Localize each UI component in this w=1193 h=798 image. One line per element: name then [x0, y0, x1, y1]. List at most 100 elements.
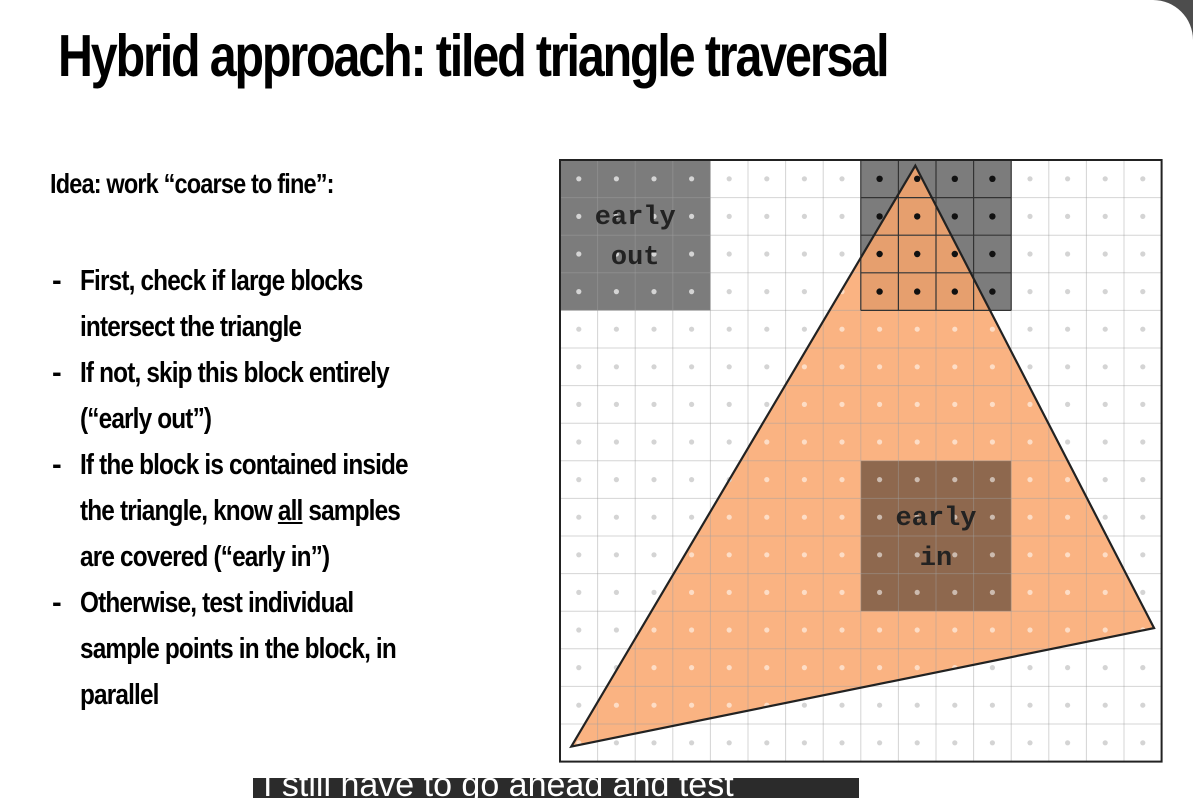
- sample-dot: [764, 665, 770, 671]
- bullet-dash: -: [52, 587, 62, 619]
- sample-dot: [1027, 176, 1033, 182]
- sample-dot: [689, 627, 695, 633]
- sample-dot: [989, 250, 996, 258]
- sample-dot: [1027, 552, 1033, 558]
- sample-dot: [651, 514, 657, 520]
- sample-dot: [1102, 740, 1108, 746]
- sample-dot: [876, 213, 883, 220]
- sample-dot: [576, 702, 582, 708]
- sample-dot: [764, 477, 770, 483]
- sample-dot: [613, 740, 619, 746]
- sample-dot: [839, 439, 845, 445]
- sample-dot: [914, 401, 920, 407]
- sample-dot: [1140, 552, 1146, 558]
- sample-dot: [1102, 552, 1108, 558]
- sample-dot: [576, 514, 582, 520]
- sample-dot: [689, 289, 695, 295]
- sample-dot: [989, 627, 995, 633]
- sample-dot: [801, 552, 807, 558]
- sample-dot: [952, 589, 958, 595]
- bullet-line: (“early out”): [80, 403, 212, 435]
- sample-dot: [613, 289, 619, 295]
- sample-dot: [877, 401, 883, 407]
- sample-dot: [1102, 401, 1108, 407]
- sample-dot: [576, 552, 582, 558]
- sample-dot: [1102, 589, 1108, 595]
- sample-dot: [576, 213, 582, 219]
- video-caption: I still have to go ahead and test: [253, 778, 859, 798]
- sample-dot: [839, 589, 845, 595]
- slide-title: Hybrid approach: tiled triangle traversa…: [58, 23, 890, 89]
- sample-dot: [952, 702, 958, 708]
- sample-dot: [1065, 213, 1071, 219]
- sample-dot: [689, 552, 695, 558]
- sample-dot: [1065, 740, 1071, 746]
- sample-dot: [764, 401, 770, 407]
- sample-dot: [1102, 514, 1108, 520]
- early-in-label: in: [920, 544, 952, 574]
- sample-dot: [576, 665, 582, 671]
- sample-dot: [951, 250, 958, 258]
- bullet-line: If not, skip this block entirely: [80, 357, 390, 389]
- sample-dot: [1027, 251, 1033, 257]
- sample-dot: [801, 702, 807, 708]
- sample-dot: [576, 589, 582, 595]
- sample-dot: [613, 401, 619, 407]
- sample-dot: [689, 213, 695, 219]
- sample-dot: [764, 740, 770, 746]
- bullet-item: - If not, skip this block entirely (“ear…: [50, 350, 520, 442]
- sample-dot: [914, 589, 920, 595]
- sample-dot: [1140, 665, 1146, 671]
- sample-dot: [1065, 176, 1071, 182]
- sample-dot: [1027, 289, 1033, 295]
- sample-dot: [1065, 702, 1071, 708]
- sample-dot: [613, 326, 619, 332]
- sample-dot: [726, 589, 732, 595]
- sample-dot: [914, 326, 920, 332]
- bullet-line: Otherwise, test individual: [80, 587, 354, 619]
- sample-dot: [1102, 213, 1108, 219]
- sample-dot: [876, 250, 883, 258]
- sample-dot: [914, 250, 921, 258]
- sample-dot: [764, 364, 770, 370]
- sample-dot: [1027, 477, 1033, 483]
- sample-dot: [689, 401, 695, 407]
- sample-dot: [689, 364, 695, 370]
- sample-dot: [839, 176, 845, 182]
- sample-dot: [1102, 477, 1108, 483]
- sample-dot: [839, 213, 845, 219]
- sample-dot: [764, 439, 770, 445]
- sample-dot: [989, 589, 995, 595]
- sample-dot: [914, 288, 921, 295]
- sample-dot: [726, 552, 732, 558]
- sample-dot: [1027, 740, 1033, 746]
- sample-dot: [726, 289, 732, 295]
- sample-dot: [914, 439, 920, 445]
- sample-dot: [1140, 289, 1146, 295]
- sample-dot: [613, 439, 619, 445]
- sample-dot: [1140, 702, 1146, 708]
- bullet-item: - First, check if large blocks intersect…: [50, 258, 520, 350]
- sample-dot: [726, 213, 732, 219]
- bullet-dash: -: [52, 357, 62, 389]
- sample-dot: [726, 665, 732, 671]
- sample-dot: [764, 176, 770, 182]
- sample-dot: [989, 364, 995, 370]
- sample-dot: [1065, 401, 1071, 407]
- sample-dot: [914, 213, 921, 220]
- bullet-line: sample points in the block, in: [80, 633, 397, 665]
- sample-dot: [952, 401, 958, 407]
- sample-dot: [651, 627, 657, 633]
- sample-dot: [651, 477, 657, 483]
- sample-dot: [689, 514, 695, 520]
- sample-dot: [613, 627, 619, 633]
- sample-dot: [764, 514, 770, 520]
- idea-text-block: Idea: work “coarse to fine”: - First, ch…: [50, 168, 520, 718]
- sample-dot: [952, 364, 958, 370]
- sample-dot: [726, 740, 732, 746]
- sample-dot: [801, 740, 807, 746]
- sample-dot: [1027, 439, 1033, 445]
- sample-dot: [764, 326, 770, 332]
- sample-dot: [651, 326, 657, 332]
- sample-dot: [952, 477, 958, 483]
